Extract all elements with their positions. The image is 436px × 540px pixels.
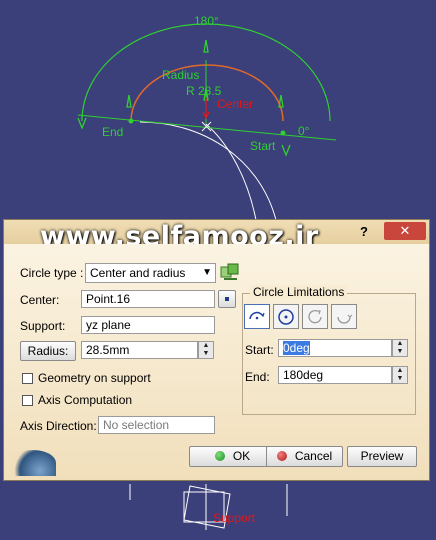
axis-direction-label: Axis Direction: bbox=[20, 419, 97, 433]
chevron-down-icon: ▼ bbox=[202, 267, 212, 278]
whole-circle-mode-button[interactable] bbox=[273, 304, 299, 329]
circle-type-select[interactable]: Center and radius ▼ bbox=[85, 263, 216, 283]
end-angle-spinner[interactable]: ▲ ▼ bbox=[392, 366, 408, 384]
spin-down-icon: ▼ bbox=[396, 375, 404, 382]
circle-type-label: Circle type : bbox=[20, 266, 84, 280]
start-point[interactable] bbox=[280, 130, 286, 136]
radius-spinner[interactable]: ▲ ▼ bbox=[198, 341, 214, 359]
axis-direction-field[interactable]: No selection bbox=[98, 416, 215, 434]
circle-limitations-title: Circle Limitations bbox=[250, 285, 348, 299]
spin-up-icon: ▲ bbox=[396, 340, 404, 347]
zero-angle-label: 0° bbox=[298, 124, 310, 138]
end-label: End bbox=[102, 125, 123, 139]
radius-button[interactable]: Radius: bbox=[20, 341, 76, 361]
cancel-icon bbox=[276, 451, 287, 461]
dialog-body: Circle type : Center and radius ▼ Center… bbox=[4, 244, 429, 480]
help-button[interactable]: ? bbox=[360, 224, 368, 239]
part-arc-icon bbox=[249, 311, 265, 320]
center-point-create-button[interactable] bbox=[218, 290, 236, 308]
radius-field[interactable]: 28.5mm bbox=[81, 341, 198, 359]
circle-type-value: Center and radius bbox=[90, 266, 186, 280]
circle-type-options-icon[interactable] bbox=[219, 261, 241, 283]
radius-label: Radius bbox=[162, 68, 199, 82]
circle-definition-dialog: www.selfamooz.ir ? ✕ Circle type : Cente… bbox=[3, 219, 430, 481]
geometry-on-support-label: Geometry on support bbox=[38, 371, 151, 385]
start-angle-field[interactable]: 0deg bbox=[278, 339, 392, 357]
part-arc-mode-button[interactable] bbox=[244, 304, 270, 329]
ok-icon bbox=[214, 451, 225, 461]
ok-button[interactable]: OK bbox=[189, 446, 276, 467]
start-angle-spinner[interactable]: ▲ ▼ bbox=[392, 339, 408, 357]
preview-button[interactable]: Preview bbox=[347, 446, 417, 467]
angle-label: 180° bbox=[194, 14, 219, 28]
start-angle-value: 0deg bbox=[283, 341, 310, 355]
end-angle-label: End: bbox=[245, 370, 270, 384]
dialog-title-bar[interactable]: www.selfamooz.ir ? ✕ bbox=[4, 220, 429, 252]
complementary-circle-mode-button[interactable] bbox=[331, 304, 357, 329]
end-angle-field[interactable]: 180deg bbox=[278, 366, 392, 384]
spin-down-icon: ▼ bbox=[396, 348, 404, 355]
close-button[interactable]: ✕ bbox=[384, 222, 426, 240]
center-field[interactable]: Point.16 bbox=[81, 290, 215, 308]
start-label: Start bbox=[250, 139, 276, 153]
center-point[interactable] bbox=[201, 98, 212, 132]
support-curve-2 bbox=[205, 123, 257, 221]
ok-button-label: OK bbox=[232, 449, 251, 463]
support-field[interactable]: yz plane bbox=[81, 316, 215, 334]
spin-down-icon: ▼ bbox=[202, 350, 210, 357]
trimmed-circle-icon bbox=[308, 310, 322, 324]
axis-computation-checkbox[interactable] bbox=[22, 395, 33, 406]
radius-value-label: R 28.5 bbox=[186, 84, 222, 98]
whole-circle-icon bbox=[278, 309, 294, 325]
spin-up-icon: ▲ bbox=[396, 367, 404, 374]
cancel-button[interactable]: Cancel bbox=[266, 446, 343, 467]
support-label: Support bbox=[213, 511, 256, 525]
trimmed-circle-mode-button[interactable] bbox=[302, 304, 328, 329]
complementary-circle-icon bbox=[337, 314, 353, 324]
point-icon bbox=[225, 297, 229, 301]
center-label: Center: bbox=[20, 293, 60, 307]
start-angle-label: Start: bbox=[245, 343, 274, 357]
end-point[interactable] bbox=[128, 118, 134, 124]
cancel-button-label: Cancel bbox=[294, 449, 333, 463]
geometry-on-support-checkbox[interactable] bbox=[22, 373, 33, 384]
catia-logo bbox=[10, 450, 56, 476]
spin-up-icon: ▲ bbox=[202, 342, 210, 349]
center-label: Center bbox=[217, 97, 253, 111]
support-label: Support: bbox=[20, 319, 66, 333]
support-curve bbox=[139, 121, 277, 221]
axis-computation-label: Axis Computation bbox=[38, 393, 133, 407]
